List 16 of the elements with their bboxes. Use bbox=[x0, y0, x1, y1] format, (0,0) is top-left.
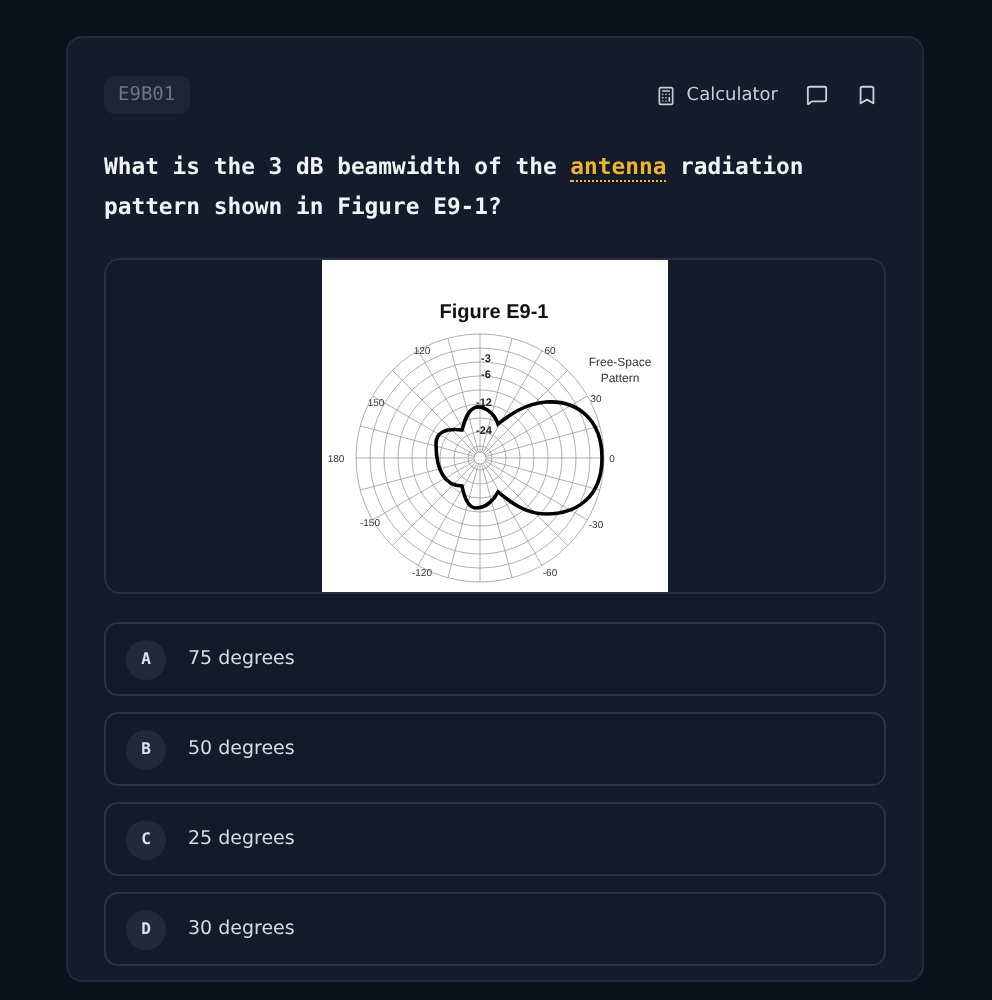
option-letter: B bbox=[126, 729, 166, 769]
answer-option[interactable]: D 30 degrees bbox=[104, 892, 886, 966]
bookmark-button[interactable] bbox=[856, 84, 878, 106]
answer-option[interactable]: B 50 degrees bbox=[104, 712, 886, 786]
option-letter: D bbox=[126, 909, 166, 949]
option-letter: A bbox=[126, 639, 166, 679]
calculator-button[interactable]: Calculator bbox=[656, 85, 778, 105]
question-code: E9B01 bbox=[104, 76, 190, 114]
glossary-link[interactable]: antenna bbox=[570, 152, 667, 182]
option-letter: C bbox=[126, 819, 166, 859]
question-text: What is the 3 dB beamwidth of the antenna radiation pattern shown in Figure E9-1? bbox=[104, 150, 806, 224]
figure-title: Figure E9-1 bbox=[439, 302, 549, 324]
answer-option[interactable]: C 25 degrees bbox=[104, 802, 886, 876]
calculator-icon bbox=[656, 85, 677, 105]
answer-option[interactable]: A 75 degrees bbox=[104, 622, 886, 696]
comment-button[interactable] bbox=[806, 84, 828, 106]
